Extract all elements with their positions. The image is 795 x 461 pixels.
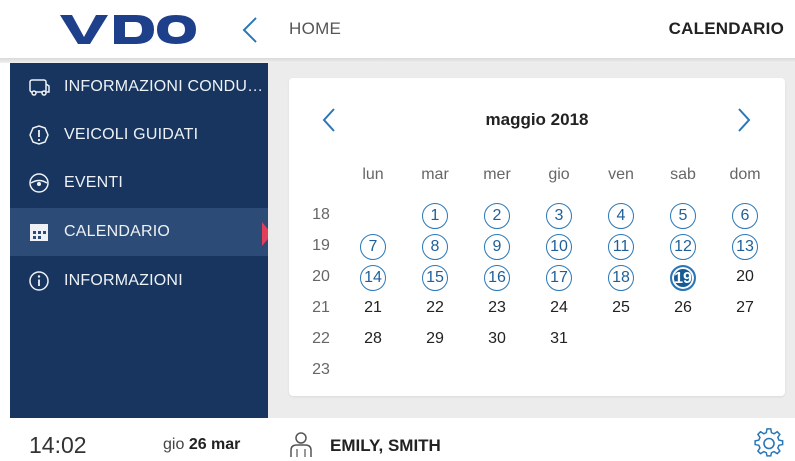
- next-month-chevron-icon[interactable]: [734, 106, 754, 134]
- user-icon: [290, 432, 312, 457]
- date-day-month: 26 mar: [188, 436, 241, 453]
- top-bar: HOME CALENDARIO: [0, 0, 795, 58]
- sidebar-item-label: EVENTI: [64, 174, 123, 191]
- calendar-day[interactable]: 13: [732, 234, 758, 260]
- sidebar-item-calendar[interactable]: CALENDARIO: [10, 208, 268, 256]
- weekday-header: dom: [729, 166, 761, 183]
- calendar-day[interactable]: 18: [608, 265, 634, 291]
- calendar-day: 22: [426, 299, 444, 316]
- week-number: 19: [312, 237, 330, 254]
- calendar-day[interactable]: 3: [546, 203, 572, 229]
- sidebar-item-driver-info[interactable]: INFORMAZIONI CONDU…: [10, 63, 268, 111]
- calendar-day: 24: [550, 299, 568, 316]
- calendar-day[interactable]: 6: [732, 203, 758, 229]
- sidebar-item-label: INFORMAZIONI: [64, 272, 183, 289]
- calendar-day: 25: [612, 299, 630, 316]
- gear-icon[interactable]: [754, 428, 784, 458]
- sidebar-item-vehicles[interactable]: VEICOLI GUIDATI: [10, 111, 268, 159]
- calendar-day: 26: [674, 299, 692, 316]
- current-date: gio 26 mar: [163, 436, 240, 454]
- vdo-logo: [60, 15, 196, 44]
- calendar-day: 29: [426, 330, 444, 347]
- calendar-day[interactable]: 4: [608, 203, 634, 229]
- driver-card-icon: [29, 79, 50, 96]
- weekday-header: mar: [421, 166, 449, 183]
- weekday-header: ven: [608, 166, 634, 183]
- warning-circle-icon: [29, 125, 49, 145]
- calendar-day[interactable]: 1: [422, 203, 448, 229]
- sidebar-item-label: VEICOLI GUIDATI: [64, 126, 199, 143]
- weekday-header: gio: [548, 166, 570, 183]
- calendar-day[interactable]: 8: [422, 234, 448, 260]
- back-chevron-icon[interactable]: [238, 15, 262, 45]
- week-number: 23: [312, 361, 330, 378]
- calendar-day[interactable]: 14: [360, 265, 386, 291]
- week-number: 20: [312, 268, 330, 285]
- calendar-day: 23: [488, 299, 506, 316]
- previous-month-chevron-icon[interactable]: [319, 106, 339, 134]
- calendar-day[interactable]: 2: [484, 203, 510, 229]
- sidebar-item-label: INFORMAZIONI CONDU…: [64, 78, 264, 95]
- calendar-day: 31: [550, 330, 568, 347]
- week-number: 18: [312, 206, 330, 223]
- calendar-day[interactable]: 10: [546, 234, 572, 260]
- calendar-icon: [30, 224, 48, 241]
- sidebar-item-label: CALENDARIO: [64, 223, 171, 240]
- calendar-day: 20: [736, 268, 754, 285]
- calendar-day[interactable]: 12: [670, 234, 696, 260]
- sidebar-item-events[interactable]: EVENTI: [10, 159, 268, 207]
- home-breadcrumb[interactable]: HOME: [289, 19, 341, 39]
- page-title: CALENDARIO: [668, 19, 784, 38]
- sidebar: INFORMAZIONI CONDU… VEICOLI GUIDATI EVEN…: [10, 63, 268, 418]
- weekday-header: lun: [362, 166, 384, 183]
- weekday-header: mer: [483, 166, 511, 183]
- calendar-day: 30: [488, 330, 506, 347]
- info-icon: [29, 271, 49, 291]
- sidebar-item-information[interactable]: INFORMAZIONI: [10, 257, 268, 305]
- month-title: maggio 2018: [485, 110, 589, 129]
- calendar-day[interactable]: 9: [484, 234, 510, 260]
- calendar-day[interactable]: 17: [546, 265, 572, 291]
- calendar-day[interactable]: 7: [360, 234, 386, 260]
- calendar-day[interactable]: 5: [670, 203, 696, 229]
- calendar-day: 28: [364, 330, 382, 347]
- user-name[interactable]: EMILY, SMITH: [330, 436, 441, 456]
- clock-time: 14:02: [29, 432, 87, 458]
- week-number: 22: [312, 330, 330, 347]
- calendar-day[interactable]: 15: [422, 265, 448, 291]
- date-weekday: gio: [163, 436, 185, 453]
- calendar-day-selected[interactable]: 19: [670, 265, 696, 291]
- week-number: 21: [312, 299, 330, 316]
- weekday-header: sab: [670, 166, 696, 183]
- calendar-day: 27: [736, 299, 754, 316]
- calendar-day[interactable]: 16: [484, 265, 510, 291]
- steering-wheel-icon: [29, 173, 49, 193]
- calendar-day: 21: [364, 299, 382, 316]
- calendar-day[interactable]: 11: [608, 234, 634, 260]
